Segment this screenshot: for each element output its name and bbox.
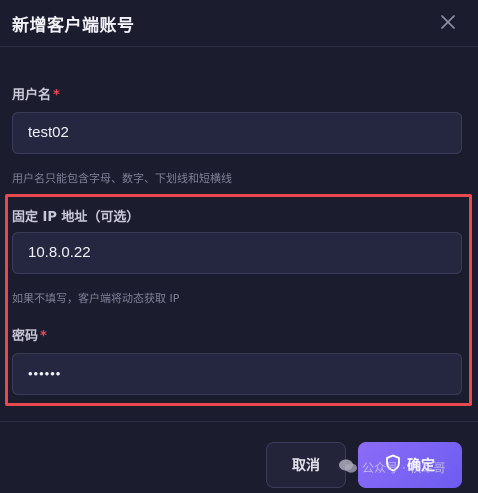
password-label: 密码 * xyxy=(12,325,47,344)
dialog-header: 新增客户端账号 xyxy=(0,0,478,46)
required-mark: * xyxy=(53,88,60,103)
close-icon[interactable] xyxy=(436,10,460,34)
cancel-button-label: 取消 xyxy=(292,458,320,474)
confirm-button[interactable]: 确定 xyxy=(358,442,462,488)
username-input[interactable]: test02 xyxy=(12,112,462,154)
shield-icon xyxy=(385,454,401,476)
fixed-ip-input[interactable]: 10.8.0.22 xyxy=(12,232,462,274)
username-hint: 用户名只能包含字母、数字、下划线和短横线 xyxy=(12,172,232,185)
footer-divider xyxy=(0,421,478,422)
required-mark: * xyxy=(40,329,47,344)
password-input[interactable]: •••••• xyxy=(12,353,462,395)
password-label-text: 密码 xyxy=(12,329,39,344)
cancel-button[interactable]: 取消 xyxy=(266,442,346,488)
confirm-button-label: 确定 xyxy=(407,458,435,474)
fixed-ip-label: 固定 IP 地址（可选） xyxy=(12,210,140,225)
username-label-text: 用户名 xyxy=(12,88,52,103)
fixed-ip-hint: 如果不填写，客户端将动态获取 IP xyxy=(12,292,180,305)
add-client-account-dialog: 新增客户端账号 用户名 * test02 用户名只能包含字母、数字、下划线和短横线… xyxy=(0,0,478,493)
header-divider xyxy=(0,46,478,47)
dialog-title: 新增客户端账号 xyxy=(12,16,135,36)
username-label: 用户名 * xyxy=(12,84,60,103)
